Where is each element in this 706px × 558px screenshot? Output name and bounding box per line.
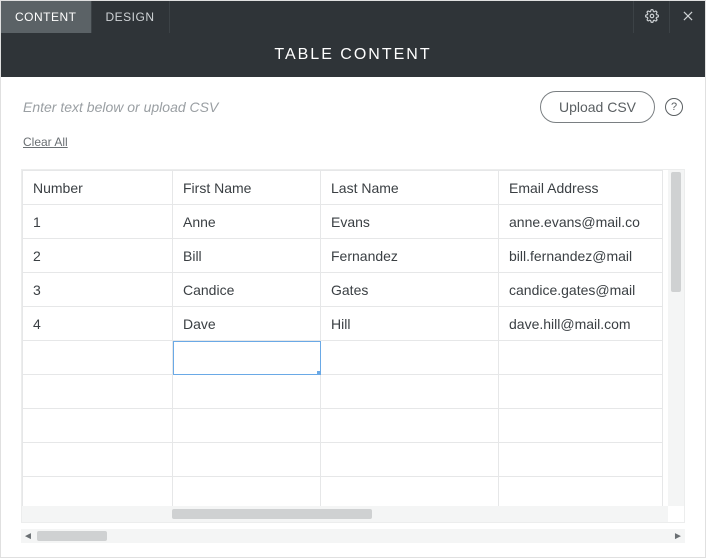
help-icon[interactable]: ? <box>665 98 683 116</box>
table-cell[interactable]: 4 <box>23 307 173 341</box>
table-row <box>23 341 663 375</box>
table-cell[interactable] <box>23 477 173 507</box>
table-row: 2BillFernandezbill.fernandez@mail <box>23 239 663 273</box>
table-row <box>23 409 663 443</box>
column-header[interactable]: Email Address <box>499 171 663 205</box>
table-row: 4DaveHilldave.hill@mail.com <box>23 307 663 341</box>
spreadsheet-container: NumberFirst NameLast NameEmail Address 1… <box>21 169 685 523</box>
table-cell[interactable]: Hill <box>321 307 499 341</box>
vertical-scrollbar-thumb[interactable] <box>671 172 681 292</box>
upload-csv-button[interactable]: Upload CSV <box>540 91 655 123</box>
vertical-scrollbar[interactable] <box>668 170 684 506</box>
table-cell[interactable] <box>499 443 663 477</box>
table-cell[interactable] <box>173 443 321 477</box>
table-cell[interactable] <box>173 341 321 375</box>
table-cell[interactable] <box>173 477 321 507</box>
table-row <box>23 477 663 507</box>
outer-horizontal-scrollbar-thumb[interactable] <box>37 531 107 541</box>
table-row <box>23 375 663 409</box>
table-cell[interactable] <box>321 409 499 443</box>
tab-design[interactable]: DESIGN <box>92 1 170 33</box>
table-cell[interactable] <box>173 409 321 443</box>
table-cell[interactable]: Bill <box>173 239 321 273</box>
table-row <box>23 443 663 477</box>
hint-text: Enter text below or upload CSV <box>23 99 218 115</box>
table-cell[interactable] <box>499 409 663 443</box>
top-tab-bar: CONTENT DESIGN <box>1 1 705 33</box>
data-table[interactable]: NumberFirst NameLast NameEmail Address 1… <box>22 170 663 506</box>
table-row: 3CandiceGatescandice.gates@mail <box>23 273 663 307</box>
column-header[interactable]: First Name <box>173 171 321 205</box>
table-cell[interactable]: 2 <box>23 239 173 273</box>
scroll-left-arrow-icon[interactable]: ◄ <box>21 529 35 543</box>
table-cell[interactable]: Gates <box>321 273 499 307</box>
gear-icon <box>645 9 659 26</box>
close-button[interactable] <box>669 1 705 33</box>
settings-button[interactable] <box>633 1 669 33</box>
table-cell[interactable]: Anne <box>173 205 321 239</box>
table-cell[interactable]: candice.gates@mail <box>499 273 663 307</box>
table-cell[interactable]: bill.fernandez@mail <box>499 239 663 273</box>
table-cell[interactable] <box>321 375 499 409</box>
controls-row: Enter text below or upload CSV Upload CS… <box>1 77 705 129</box>
table-cell[interactable] <box>499 375 663 409</box>
table-cell[interactable]: anne.evans@mail.co <box>499 205 663 239</box>
clear-all-link[interactable]: Clear All <box>23 135 68 149</box>
column-header[interactable]: Number <box>23 171 173 205</box>
table-cell[interactable] <box>321 341 499 375</box>
column-header[interactable]: Last Name <box>321 171 499 205</box>
table-cell[interactable]: dave.hill@mail.com <box>499 307 663 341</box>
table-cell[interactable] <box>23 443 173 477</box>
table-cell[interactable]: 1 <box>23 205 173 239</box>
table-cell[interactable]: Candice <box>173 273 321 307</box>
table-cell[interactable] <box>499 477 663 507</box>
table-row: 1AnneEvansanne.evans@mail.co <box>23 205 663 239</box>
table-cell[interactable]: Fernandez <box>321 239 499 273</box>
inner-horizontal-scrollbar[interactable] <box>22 506 668 522</box>
outer-horizontal-scrollbar[interactable]: ◄ ► <box>21 529 685 543</box>
inner-horizontal-scrollbar-thumb[interactable] <box>172 509 372 519</box>
table-cell[interactable] <box>23 409 173 443</box>
panel-title: TABLE CONTENT <box>1 33 705 77</box>
table-cell[interactable] <box>499 341 663 375</box>
table-cell[interactable]: 3 <box>23 273 173 307</box>
table-cell[interactable] <box>321 477 499 507</box>
close-icon <box>681 9 695 26</box>
scroll-right-arrow-icon[interactable]: ► <box>671 529 685 543</box>
table-cell[interactable] <box>173 375 321 409</box>
table-cell[interactable]: Evans <box>321 205 499 239</box>
tab-content[interactable]: CONTENT <box>1 1 92 33</box>
table-cell[interactable] <box>321 443 499 477</box>
table-cell[interactable] <box>23 375 173 409</box>
table-cell[interactable] <box>23 341 173 375</box>
table-cell[interactable]: Dave <box>173 307 321 341</box>
table-content-panel: CONTENT DESIGN TABLE CONTENT Enter text … <box>0 0 706 558</box>
